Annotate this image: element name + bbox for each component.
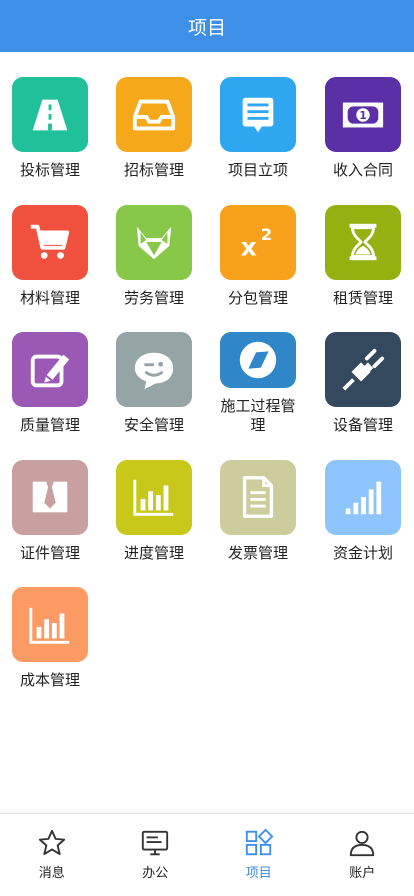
document-icon (235, 474, 281, 520)
message-list-icon (235, 92, 281, 138)
compass-icon (235, 337, 281, 383)
module-tile[interactable] (220, 332, 296, 388)
signal-bars-icon (340, 474, 386, 520)
module-tile[interactable] (116, 459, 192, 535)
tab-monitor[interactable]: 办公 (104, 814, 208, 896)
tab-label: 项目 (245, 866, 272, 881)
module-label: 证件管理 (19, 543, 80, 562)
module-label: 发票管理 (227, 543, 288, 562)
edit-icon (27, 347, 73, 393)
module-label: 收入合同 (332, 161, 393, 179)
module-label: 资金计划 (332, 543, 393, 562)
module-label: 施工过程管理 (220, 397, 296, 434)
module-label: 成本管理 (19, 671, 80, 689)
module-item[interactable]: 项目立项 (206, 52, 310, 180)
tab-label: 账户 (349, 866, 376, 881)
module-label: 材料管理 (19, 288, 80, 307)
module-label: 投标管理 (19, 161, 80, 179)
tab-grid-diamond[interactable]: 项目 (207, 814, 311, 896)
module-item[interactable]: 设备管理 (311, 307, 414, 435)
module-tile[interactable] (116, 77, 192, 152)
module-tile[interactable] (220, 77, 296, 152)
module-item[interactable]: x 2 分包管理 (206, 180, 310, 308)
module-label: 质量管理 (19, 416, 80, 434)
superscript-icon: x2 (235, 219, 281, 265)
plug-icon (340, 347, 386, 393)
monitor-icon (140, 828, 170, 858)
tab-label: 消息 (38, 866, 65, 881)
module-tile[interactable] (325, 332, 401, 407)
module-item[interactable]: 进度管理 (102, 435, 206, 563)
module-tile[interactable] (12, 77, 88, 152)
module-label: 招标管理 (123, 161, 184, 179)
module-label: 劳务管理 (123, 288, 184, 307)
module-label: 租赁管理 (332, 288, 393, 307)
module-tile[interactable] (12, 459, 88, 535)
module-tile[interactable]: 1 (325, 77, 401, 152)
module-tile[interactable] (325, 204, 401, 280)
user-icon (347, 828, 377, 858)
grid-diamond-icon (244, 828, 274, 858)
bottom-tab-bar: 消息 办公 项目 账户 (0, 813, 414, 896)
module-label: 分包管理 (227, 288, 288, 307)
tab-star[interactable]: 消息 (0, 814, 104, 896)
module-item[interactable]: 安全管理 (102, 307, 206, 435)
money-bill-icon: 1 (340, 92, 386, 138)
module-tile[interactable] (325, 459, 401, 535)
road-icon (27, 92, 73, 138)
fox-icon (131, 219, 177, 265)
module-item[interactable]: 证件管理 (0, 435, 102, 563)
page-title: 项目 (187, 16, 226, 39)
module-label: 设备管理 (332, 416, 393, 434)
module-item[interactable]: 招标管理 (102, 52, 206, 180)
module-item[interactable]: 成本管理 (0, 562, 102, 690)
module-item[interactable]: 质量管理 (0, 307, 102, 435)
module-tile[interactable] (12, 587, 88, 662)
cart-icon (27, 219, 73, 265)
inbox-icon (131, 92, 177, 138)
svg-text:x: x (241, 232, 257, 261)
tab-label: 办公 (142, 866, 169, 881)
bar-chart-icon (27, 602, 73, 648)
module-item[interactable]: 投标管理 (0, 52, 102, 180)
module-tile[interactable] (220, 459, 296, 535)
tie-icon (27, 474, 73, 520)
module-item[interactable]: 劳务管理 (102, 180, 206, 308)
module-tile[interactable] (116, 204, 192, 280)
bar-chart-icon (131, 474, 177, 520)
module-tile[interactable] (12, 204, 88, 280)
module-tile[interactable] (12, 332, 88, 407)
page-header: 项目 (0, 0, 414, 52)
module-label: 进度管理 (123, 543, 184, 562)
module-item[interactable]: 材料管理 (0, 180, 102, 308)
module-item[interactable]: 发票管理 (206, 435, 310, 563)
star-icon (37, 828, 67, 858)
module-tile[interactable] (116, 332, 192, 407)
module-label: 项目立项 (227, 161, 288, 179)
svg-text:1: 1 (359, 109, 366, 121)
chat-face-icon (131, 347, 177, 393)
module-item[interactable]: 资金计划 (311, 435, 414, 563)
tab-user[interactable]: 账户 (311, 814, 414, 896)
module-item[interactable]: 施工过程管理 (206, 307, 310, 435)
hourglass-icon (340, 219, 386, 265)
svg-text:2: 2 (261, 225, 272, 244)
module-label: 安全管理 (123, 416, 184, 434)
module-item[interactable]: 1 收入合同 (311, 52, 414, 180)
module-item[interactable]: 租赁管理 (311, 180, 414, 308)
module-tile[interactable]: x2 (220, 204, 296, 280)
